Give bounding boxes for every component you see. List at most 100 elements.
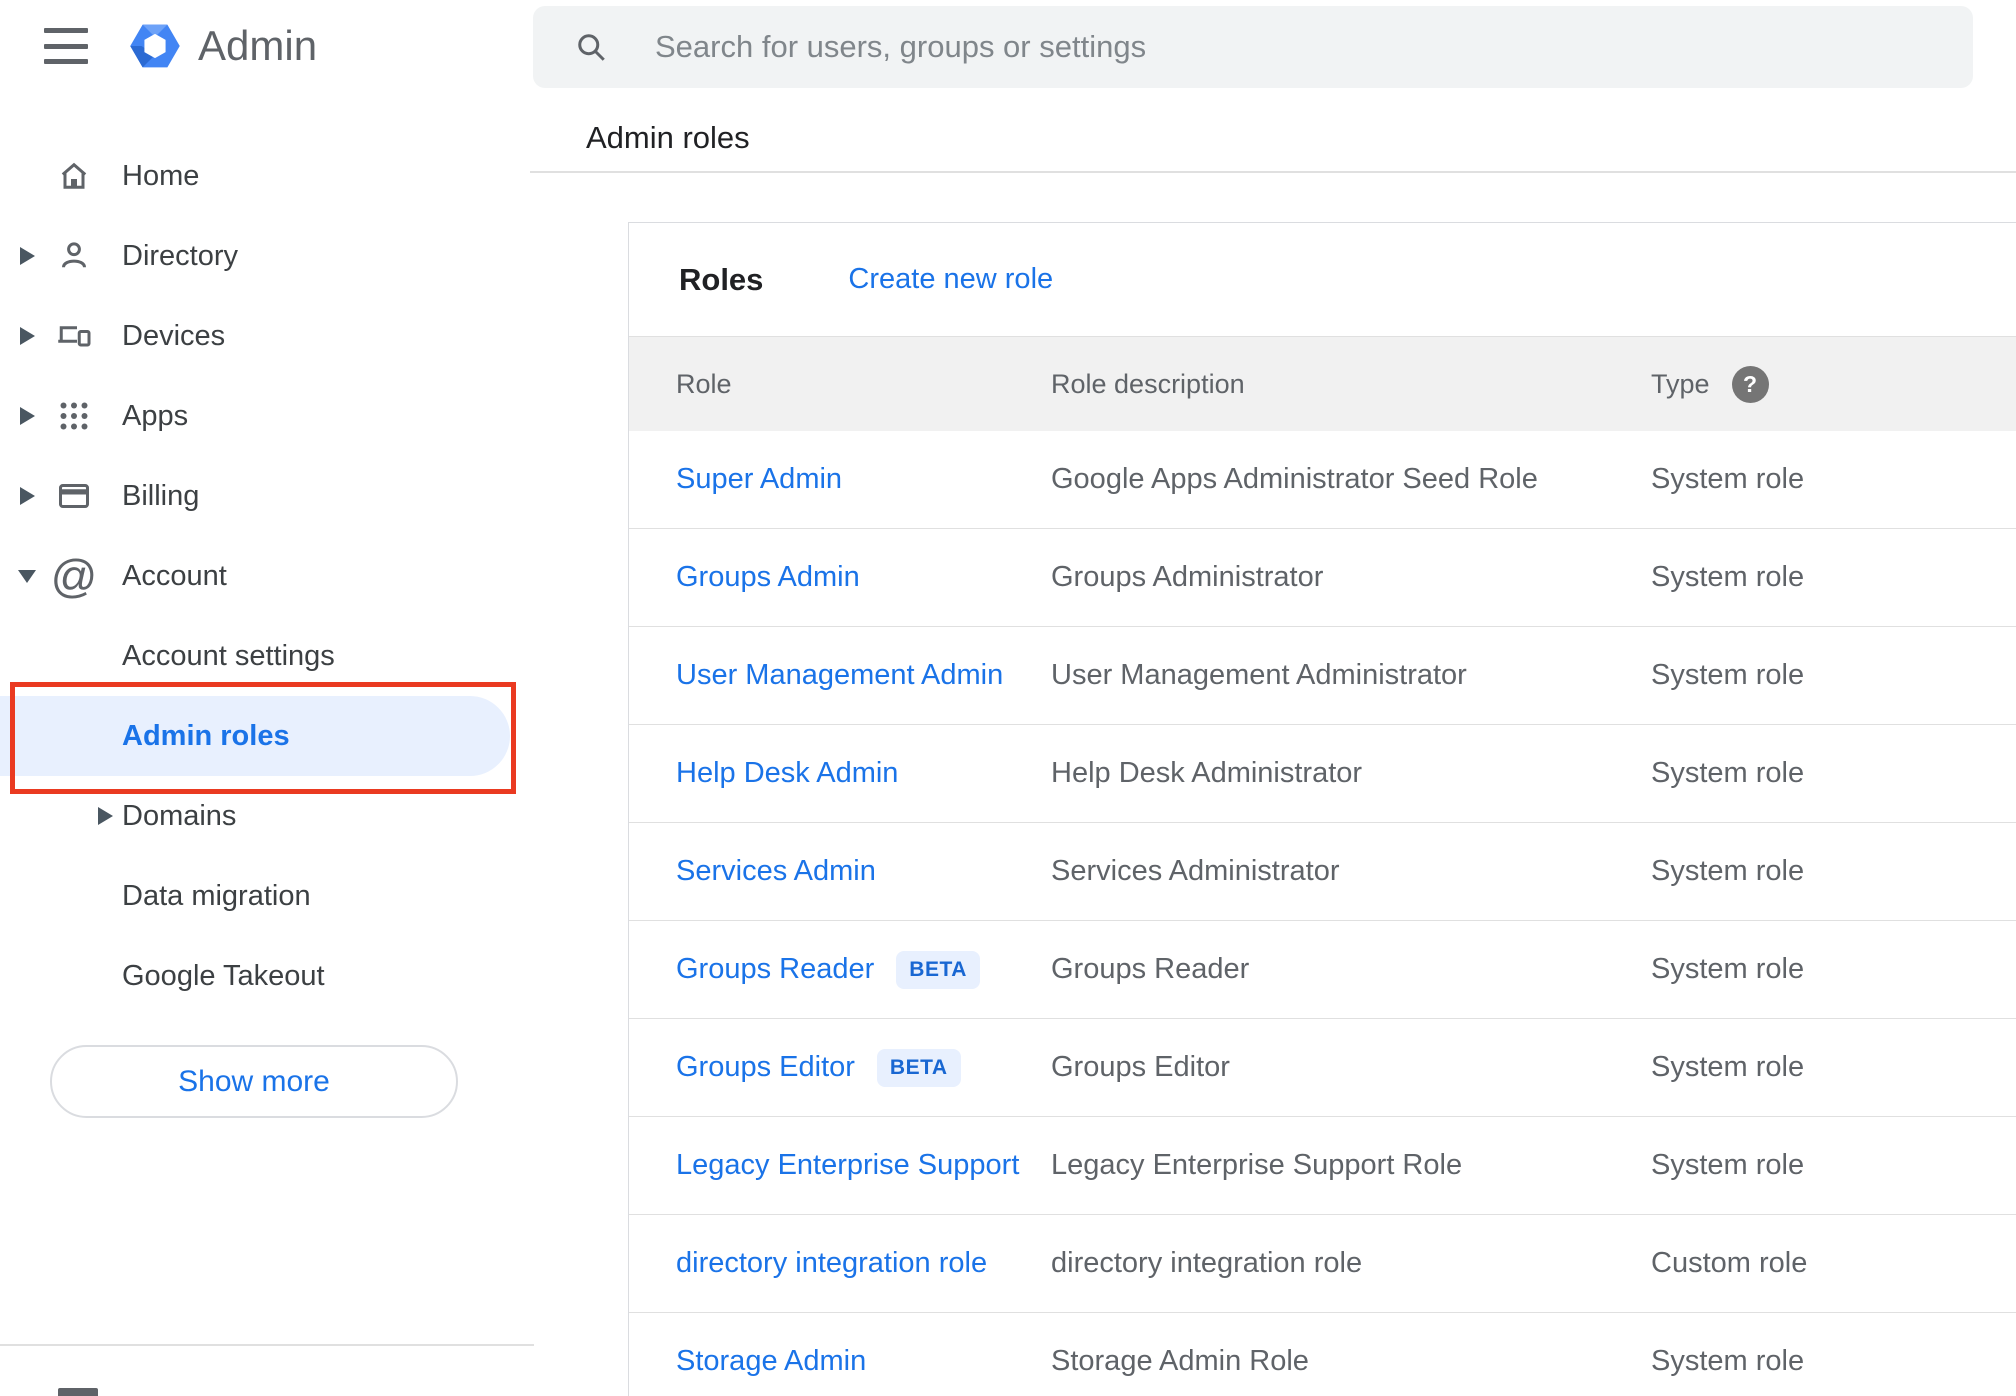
table-row: directory integration role directory int…: [629, 1215, 2016, 1313]
role-description: User Management Administrator: [1051, 659, 1467, 691]
role-cell: Groups Editor BETA: [676, 1048, 1051, 1087]
table-row: Storage Admin Storage Admin Role System …: [629, 1313, 2016, 1396]
role-type: System role: [1651, 1149, 1805, 1181]
sidebar-item-label: Directory: [122, 239, 239, 272]
role-description: directory integration role: [1051, 1247, 1363, 1279]
column-header-description: Role description: [1051, 368, 1245, 399]
role-description: Groups Administrator: [1051, 561, 1324, 593]
table-row: Groups Editor BETA Groups Editor System …: [629, 1019, 2016, 1117]
column-header-role: Role: [676, 368, 732, 399]
beta-badge: BETA: [896, 950, 980, 989]
role-link[interactable]: Legacy Enterprise Support: [676, 1149, 1019, 1182]
expand-caret-icon[interactable]: [14, 569, 40, 583]
header-divider: [530, 171, 2016, 173]
role-cell: Help Desk Admin: [676, 757, 1051, 790]
column-header-type-label: Type: [1651, 368, 1710, 399]
expand-caret-icon[interactable]: [14, 247, 40, 265]
home-icon: [61, 162, 87, 189]
role-link[interactable]: Help Desk Admin: [676, 757, 898, 790]
role-link[interactable]: Groups Admin: [676, 561, 860, 594]
roles-title: Roles: [679, 261, 764, 297]
sidebar-subitem-label: Account settings: [122, 639, 335, 672]
search-bar[interactable]: [533, 6, 1973, 88]
sidebar-item[interactable]: Home: [0, 136, 534, 216]
role-link[interactable]: Groups Reader: [676, 953, 874, 986]
sidebar-item-label: Apps: [122, 399, 189, 432]
role-type: System role: [1651, 463, 1805, 495]
sidebar-item-label: Devices: [122, 319, 226, 352]
role-link[interactable]: directory integration role: [676, 1247, 987, 1280]
role-cell: Legacy Enterprise Support: [676, 1149, 1051, 1182]
role-link[interactable]: Groups Editor: [676, 1051, 855, 1084]
sidebar-item[interactable]: Apps: [0, 376, 534, 456]
role-link[interactable]: Storage Admin: [676, 1345, 866, 1378]
table-row: Groups Reader BETA Groups Reader System …: [629, 921, 2016, 1019]
sidebar-item-label: Billing: [122, 479, 200, 512]
search-input[interactable]: [653, 28, 1857, 66]
sidebar-subitem[interactable]: Data migration: [0, 856, 534, 936]
page-title: Admin roles: [586, 120, 750, 155]
table-row: Groups Admin Groups Administrator System…: [629, 529, 2016, 627]
role-type: System role: [1651, 659, 1805, 691]
role-type: System role: [1651, 1051, 1805, 1083]
role-type: System role: [1651, 561, 1805, 593]
sidebar-subitem[interactable]: Admin roles: [0, 682, 516, 794]
sidebar-subitem-label: Data migration: [122, 879, 311, 912]
question-mark-icon[interactable]: ?: [1731, 365, 1769, 403]
role-link[interactable]: Super Admin: [676, 463, 842, 496]
role-description: Legacy Enterprise Support Role: [1051, 1149, 1463, 1181]
role-type: Custom role: [1651, 1247, 1808, 1279]
role-description: Groups Editor: [1051, 1051, 1230, 1083]
table-row: Services Admin Services Administrator Sy…: [629, 823, 2016, 921]
role-description: Help Desk Administrator: [1051, 757, 1363, 789]
create-new-role-link[interactable]: Create new role: [848, 263, 1053, 296]
expand-caret-icon[interactable]: [14, 407, 40, 425]
admin-logo-icon: [130, 24, 180, 68]
sidebar-item[interactable]: Billing: [0, 456, 534, 536]
role-cell: Groups Reader BETA: [676, 950, 1051, 989]
expand-caret-icon[interactable]: [94, 807, 116, 825]
beta-badge: BETA: [876, 1048, 961, 1087]
table-header-row: Role Role description Type ?: [629, 336, 2016, 431]
table-row: User Management Admin User Management Ad…: [629, 627, 2016, 725]
role-type: System role: [1651, 953, 1805, 985]
roles-card-header: Roles Create new role: [629, 223, 2016, 336]
table-row: Legacy Enterprise Support Legacy Enterpr…: [629, 1117, 2016, 1215]
expand-caret-icon[interactable]: [14, 327, 40, 345]
role-cell: Storage Admin: [676, 1345, 1051, 1378]
expand-caret-icon[interactable]: [14, 487, 40, 505]
sidebar-subitem-label: Domains: [122, 799, 237, 832]
table-row: Help Desk Admin Help Desk Administrator …: [629, 725, 2016, 823]
credit-card-icon: [59, 484, 89, 508]
sidebar-nav: Home Directory Devices Apps Billing @ Ac…: [0, 136, 534, 1016]
column-header-type: Type ?: [1651, 365, 2016, 403]
app-title: Admin: [198, 22, 318, 69]
sidebar-subitem[interactable]: Account settings: [0, 616, 534, 696]
role-link[interactable]: Services Admin: [676, 855, 876, 888]
google-admin-console: Admin Home Directory Devices Apps Billin…: [0, 0, 2016, 1396]
show-more-button[interactable]: Show more: [50, 1045, 458, 1118]
apps-grid-icon: [60, 402, 88, 430]
role-type: System role: [1651, 855, 1805, 887]
sidebar-item-label: Account: [122, 559, 227, 592]
role-link[interactable]: User Management Admin: [676, 659, 1003, 692]
role-description: Google Apps Administrator Seed Role: [1051, 463, 1538, 495]
sidebar-item[interactable]: @ Account: [0, 536, 534, 616]
role-description: Services Administrator: [1051, 855, 1340, 887]
sidebar-header: Admin: [0, 14, 317, 78]
devices-icon: [58, 326, 91, 347]
sidebar-subitem[interactable]: Domains: [0, 776, 534, 856]
role-cell: directory integration role: [676, 1247, 1051, 1280]
role-cell: Super Admin: [676, 463, 1051, 496]
sidebar-subitem[interactable]: Google Takeout: [0, 936, 534, 1016]
roles-table-body: Super Admin Google Apps Administrator Se…: [629, 431, 2016, 1396]
sidebar-subitem-label: Google Takeout: [122, 959, 325, 992]
sidebar-subitem-label: Admin roles: [122, 719, 290, 752]
sidebar-divider: [0, 1344, 534, 1346]
role-cell: User Management Admin: [676, 659, 1051, 692]
sidebar-item[interactable]: Directory: [0, 216, 534, 296]
sidebar-item[interactable]: Devices: [0, 296, 534, 376]
role-description: Storage Admin Role: [1051, 1345, 1309, 1377]
hamburger-menu-icon[interactable]: [44, 28, 88, 64]
cut-off-icon: [58, 1388, 98, 1396]
